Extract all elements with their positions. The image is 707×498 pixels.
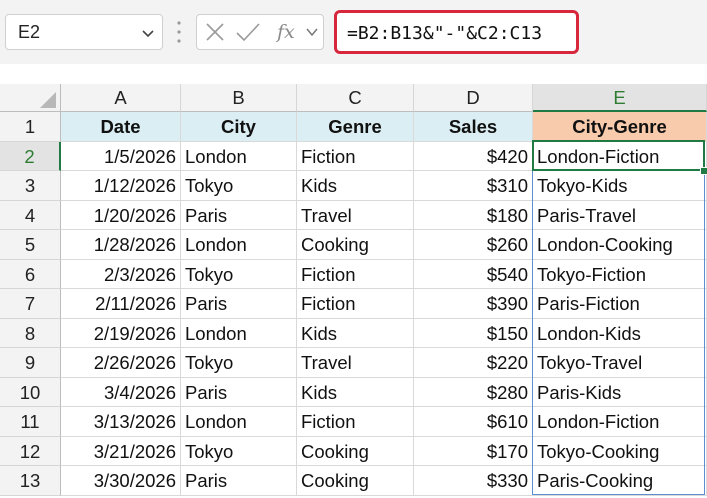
cell-sales[interactable]: $330 xyxy=(414,466,533,496)
chevron-down-icon[interactable] xyxy=(306,28,318,37)
row-header-2[interactable]: 2 xyxy=(0,141,61,171)
cell-city-genre[interactable]: Paris-Travel xyxy=(533,200,707,230)
cell-genre[interactable]: Travel xyxy=(297,200,414,230)
row-header-6[interactable]: 6 xyxy=(0,259,61,289)
cell-city-genre[interactable]: Tokyo-Travel xyxy=(533,348,707,378)
cell-date[interactable]: 2/19/2026 xyxy=(61,318,181,348)
cell-city-genre[interactable]: Paris-Cooking xyxy=(533,466,707,496)
row-header-1[interactable]: 1 xyxy=(0,112,61,142)
cell-genre[interactable]: Cooking xyxy=(297,436,414,466)
cell-date[interactable]: 2/26/2026 xyxy=(61,348,181,378)
cell-sales[interactable]: $260 xyxy=(414,230,533,260)
cell-genre[interactable]: Cooking xyxy=(297,230,414,260)
cell-sales[interactable]: $610 xyxy=(414,407,533,437)
select-all-corner[interactable] xyxy=(0,84,61,112)
row-header-12[interactable]: 12 xyxy=(0,436,61,466)
header-cell-sales[interactable]: Sales xyxy=(414,112,533,142)
cell-city-genre[interactable]: Tokyo-Kids xyxy=(533,171,707,201)
row-header-4[interactable]: 4 xyxy=(0,200,61,230)
cell-genre[interactable]: Cooking xyxy=(297,466,414,496)
cell-sales[interactable]: $150 xyxy=(414,318,533,348)
cell-city[interactable]: London xyxy=(181,141,297,171)
cell-genre[interactable]: Fiction xyxy=(297,141,414,171)
formula-buttons: fx xyxy=(196,14,324,50)
cell-city-genre[interactable]: Paris-Kids xyxy=(533,377,707,407)
cell-sales[interactable]: $280 xyxy=(414,377,533,407)
column-header-a[interactable]: A xyxy=(61,84,181,112)
row-header-11[interactable]: 11 xyxy=(0,407,61,437)
cell-city[interactable]: Tokyo xyxy=(181,436,297,466)
cell-sales[interactable]: $390 xyxy=(414,289,533,319)
cell-date[interactable]: 2/11/2026 xyxy=(61,289,181,319)
name-box[interactable]: E2 xyxy=(5,14,163,50)
drag-handle-icon[interactable] xyxy=(176,18,182,46)
formula-text: =B2:B13&"-"&C2:C13 xyxy=(347,23,543,44)
formula-input[interactable]: =B2:B13&"-"&C2:C13 xyxy=(334,10,579,54)
cell-genre[interactable]: Fiction xyxy=(297,289,414,319)
cell-city[interactable]: London xyxy=(181,230,297,260)
header-cell-city-genre[interactable]: City-Genre xyxy=(533,112,707,142)
cell-city-genre[interactable]: Paris-Fiction xyxy=(533,289,707,319)
cell-sales[interactable]: $180 xyxy=(414,200,533,230)
cell-sales[interactable]: $420 xyxy=(414,141,533,171)
cell-date[interactable]: 1/28/2026 xyxy=(61,230,181,260)
column-header-d[interactable]: D xyxy=(414,84,533,112)
fill-handle[interactable] xyxy=(700,167,707,175)
cell-date[interactable]: 3/13/2026 xyxy=(61,407,181,437)
name-box-value: E2 xyxy=(18,22,41,42)
cell-sales[interactable]: $540 xyxy=(414,259,533,289)
cell-city-genre[interactable]: London-Fiction xyxy=(533,407,707,437)
chevron-down-icon[interactable] xyxy=(140,25,156,41)
row-header-8[interactable]: 8 xyxy=(0,318,61,348)
formula-bar: E2 fx =B2:B13&"-"&C2:C13 xyxy=(0,0,707,64)
cell-city[interactable]: London xyxy=(181,407,297,437)
cell-sales[interactable]: $220 xyxy=(414,348,533,378)
cell-genre[interactable]: Travel xyxy=(297,348,414,378)
cell-genre[interactable]: Kids xyxy=(297,318,414,348)
cell-date[interactable]: 2/3/2026 xyxy=(61,259,181,289)
cell-date[interactable]: 3/4/2026 xyxy=(61,377,181,407)
cell-city[interactable]: Tokyo xyxy=(181,171,297,201)
cell-date[interactable]: 3/30/2026 xyxy=(61,466,181,496)
cell-date[interactable]: 1/5/2026 xyxy=(61,141,181,171)
cell-sales[interactable]: $170 xyxy=(414,436,533,466)
cell-city[interactable]: Tokyo xyxy=(181,348,297,378)
column-header-c[interactable]: C xyxy=(297,84,414,112)
header-cell-city[interactable]: City xyxy=(181,112,297,142)
cell-city[interactable]: Paris xyxy=(181,377,297,407)
cell-genre[interactable]: Kids xyxy=(297,377,414,407)
cell-city[interactable]: London xyxy=(181,318,297,348)
fx-icon[interactable]: fx xyxy=(277,21,295,43)
cell-city-genre[interactable]: Tokyo-Cooking xyxy=(533,436,707,466)
cell-city-genre[interactable]: London-Cooking xyxy=(533,230,707,260)
cell-date[interactable]: 3/21/2026 xyxy=(61,436,181,466)
row-header-3[interactable]: 3 xyxy=(0,171,61,201)
close-icon[interactable] xyxy=(206,23,224,41)
column-header-e[interactable]: E xyxy=(533,84,707,112)
cell-sales[interactable]: $310 xyxy=(414,171,533,201)
cell-genre[interactable]: Kids xyxy=(297,171,414,201)
check-icon[interactable] xyxy=(236,23,260,42)
row-header-13[interactable]: 13 xyxy=(0,466,61,496)
cell-city-genre[interactable]: London-Kids xyxy=(533,318,707,348)
cell-city-genre[interactable]: Tokyo-Fiction xyxy=(533,259,707,289)
cell-genre[interactable]: Fiction xyxy=(297,407,414,437)
row-header-9[interactable]: 9 xyxy=(0,348,61,378)
select-all-icon xyxy=(40,92,56,108)
header-cell-date[interactable]: Date xyxy=(61,112,181,142)
cell-date[interactable]: 1/20/2026 xyxy=(61,200,181,230)
header-cell-genre[interactable]: Genre xyxy=(297,112,414,142)
cell-date[interactable]: 1/12/2026 xyxy=(61,171,181,201)
row-header-10[interactable]: 10 xyxy=(0,377,61,407)
row-header-7[interactable]: 7 xyxy=(0,289,61,319)
cell-city[interactable]: Paris xyxy=(181,200,297,230)
cell-city[interactable]: Tokyo xyxy=(181,259,297,289)
column-header-b[interactable]: B xyxy=(181,84,297,112)
cell-city[interactable]: Paris xyxy=(181,466,297,496)
row-header-5[interactable]: 5 xyxy=(0,230,61,260)
cell-genre[interactable]: Fiction xyxy=(297,259,414,289)
cell-city[interactable]: Paris xyxy=(181,289,297,319)
cell-city-genre[interactable]: London-Fiction xyxy=(533,141,707,171)
